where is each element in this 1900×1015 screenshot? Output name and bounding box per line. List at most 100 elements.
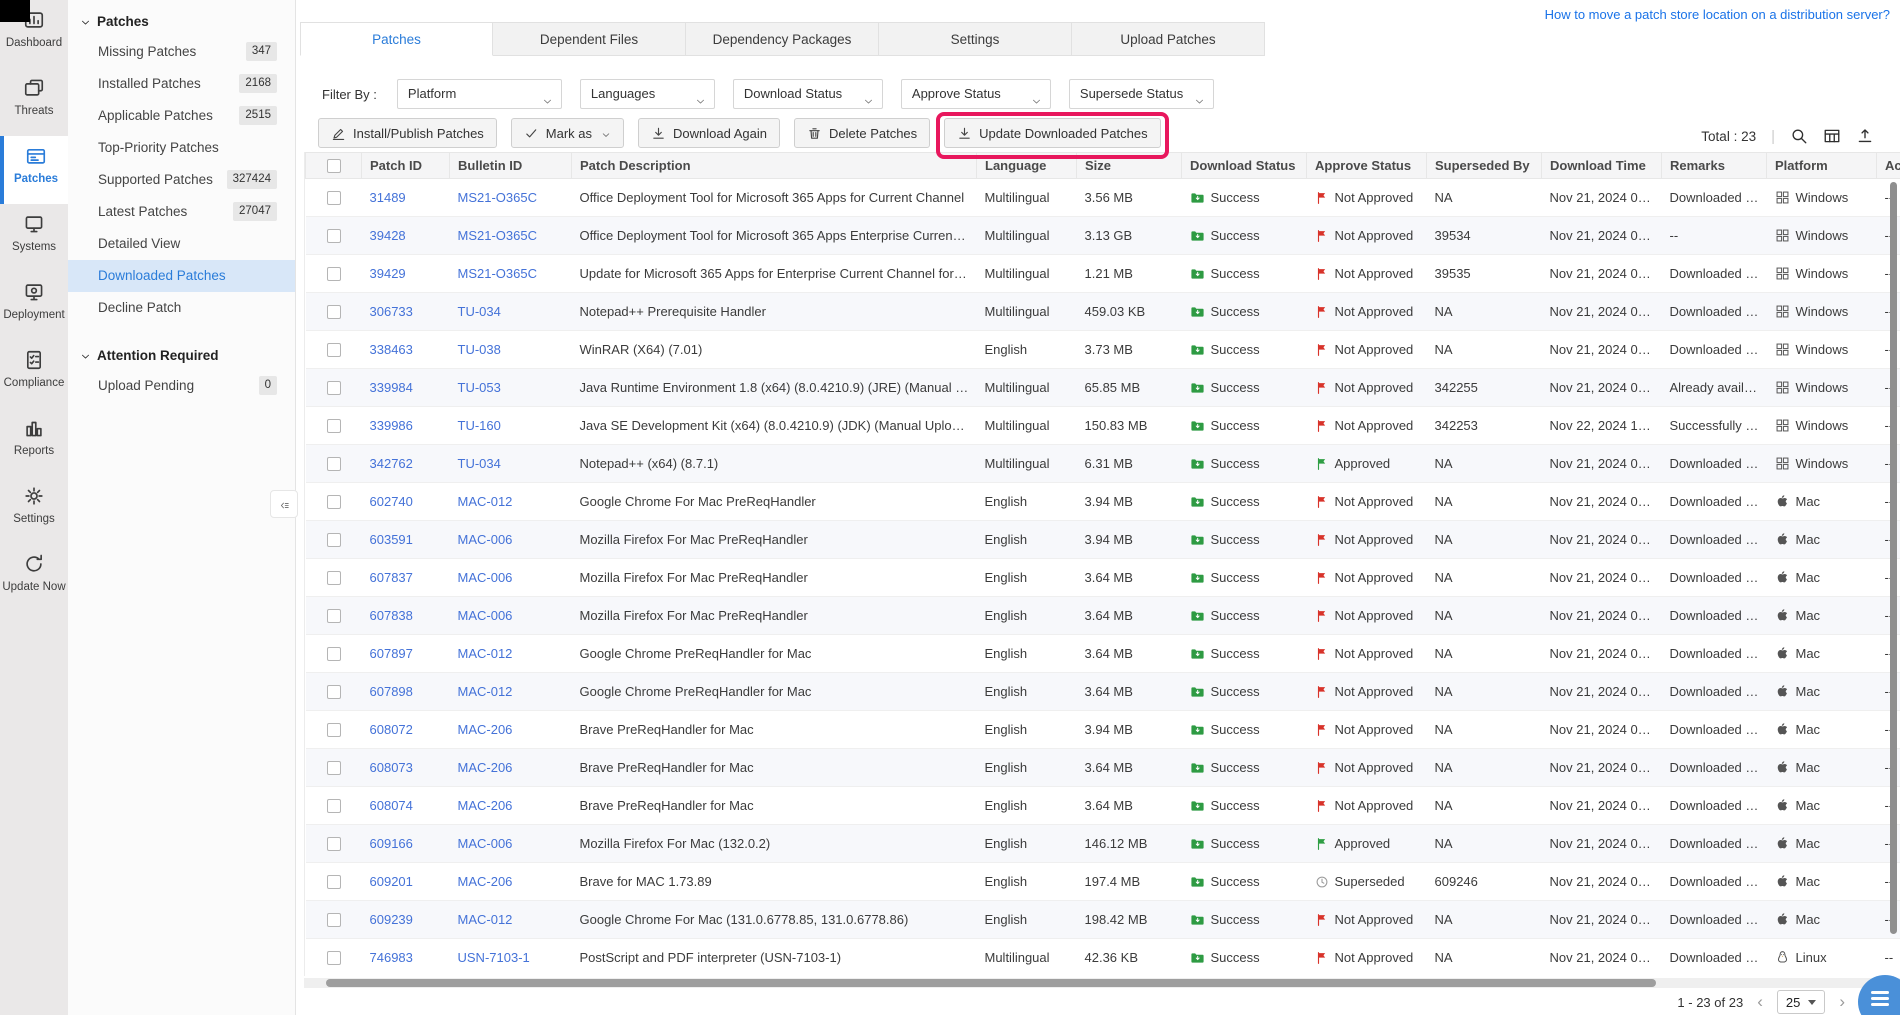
row-checkbox[interactable] xyxy=(327,761,341,775)
cell-patch-id[interactable]: 746983 xyxy=(362,939,450,977)
row-checkbox[interactable] xyxy=(327,647,341,661)
row-checkbox[interactable] xyxy=(327,495,341,509)
column-header-download-time[interactable]: Download Time xyxy=(1542,153,1662,179)
cell-patch-id[interactable]: 608074 xyxy=(362,787,450,825)
cell-bulletin-id[interactable]: MAC-012 xyxy=(450,673,572,711)
cell-patch-id[interactable]: 607838 xyxy=(362,597,450,635)
cell-bulletin-id[interactable]: MAC-206 xyxy=(450,711,572,749)
rail-item-compliance[interactable]: Compliance xyxy=(0,340,68,408)
cell-bulletin-id[interactable]: MAC-012 xyxy=(450,901,572,939)
tab-upload-patches[interactable]: Upload Patches xyxy=(1072,22,1265,56)
sidebar-item-decline-patch[interactable]: Decline Patch xyxy=(68,292,295,324)
row-checkbox[interactable] xyxy=(327,571,341,585)
rail-item-threats[interactable]: Threats xyxy=(0,68,68,136)
row-checkbox[interactable] xyxy=(327,457,341,471)
cell-patch-id[interactable]: 609239 xyxy=(362,901,450,939)
row-checkbox[interactable] xyxy=(327,799,341,813)
tab-dependent-files[interactable]: Dependent Files xyxy=(493,22,686,56)
sidebar-item-detailed-view[interactable]: Detailed View xyxy=(68,228,295,260)
cell-bulletin-id[interactable]: MAC-006 xyxy=(450,597,572,635)
column-header-size[interactable]: Size xyxy=(1077,153,1182,179)
rail-item-update-now[interactable]: Update Now xyxy=(0,544,68,612)
column-header-language[interactable]: Language xyxy=(977,153,1077,179)
filter-dropdown-approve-status[interactable]: Approve Status xyxy=(901,79,1051,109)
column-header-ac[interactable]: Ac xyxy=(1877,153,1900,179)
row-checkbox[interactable] xyxy=(327,723,341,737)
row-checkbox[interactable] xyxy=(327,533,341,547)
sidebar-item-supported-patches[interactable]: Supported Patches327424 xyxy=(68,164,295,196)
cell-bulletin-id[interactable]: MAC-206 xyxy=(450,863,572,901)
cell-patch-id[interactable]: 603591 xyxy=(362,521,450,559)
column-header-patch-description[interactable]: Patch Description xyxy=(572,153,977,179)
cell-patch-id[interactable]: 607898 xyxy=(362,673,450,711)
column-header-platform[interactable]: Platform xyxy=(1767,153,1877,179)
cell-bulletin-id[interactable]: MAC-206 xyxy=(450,787,572,825)
column-header-download-status[interactable]: Download Status xyxy=(1182,153,1307,179)
row-checkbox[interactable] xyxy=(327,837,341,851)
rail-item-reports[interactable]: Reports xyxy=(0,408,68,476)
rail-item-systems[interactable]: Systems xyxy=(0,204,68,272)
cell-bulletin-id[interactable]: MAC-206 xyxy=(450,749,572,787)
install-publish-patches-button[interactable]: Install/Publish Patches xyxy=(318,118,497,148)
column-header-superseded-by[interactable]: Superseded By xyxy=(1427,153,1542,179)
next-page-icon[interactable]: › xyxy=(1839,992,1845,1012)
filter-dropdown-platform[interactable]: Platform xyxy=(397,79,562,109)
filter-dropdown-download-status[interactable]: Download Status xyxy=(733,79,883,109)
delete-patches-button[interactable]: Delete Patches xyxy=(794,118,930,148)
cell-patch-id[interactable]: 607837 xyxy=(362,559,450,597)
row-checkbox[interactable] xyxy=(327,305,341,319)
mark-as-button[interactable]: Mark as xyxy=(511,118,624,148)
update-downloaded-patches-button[interactable]: Update Downloaded Patches xyxy=(944,118,1160,148)
column-chooser-icon[interactable] xyxy=(1823,127,1841,145)
tab-patches[interactable]: Patches xyxy=(300,22,493,56)
cell-bulletin-id[interactable]: TU-038 xyxy=(450,331,572,369)
cell-patch-id[interactable]: 602740 xyxy=(362,483,450,521)
row-checkbox[interactable] xyxy=(327,951,341,965)
sidebar-item-latest-patches[interactable]: Latest Patches27047 xyxy=(68,196,295,228)
row-checkbox[interactable] xyxy=(327,685,341,699)
cell-bulletin-id[interactable]: TU-053 xyxy=(450,369,572,407)
cell-bulletin-id[interactable]: TU-034 xyxy=(450,445,572,483)
vertical-scrollbar[interactable] xyxy=(1890,182,1897,934)
cell-patch-id[interactable]: 607897 xyxy=(362,635,450,673)
row-checkbox[interactable] xyxy=(327,229,341,243)
sidebar-item-missing-patches[interactable]: Missing Patches347 xyxy=(68,36,295,68)
column-header-patch-id[interactable]: Patch ID xyxy=(362,153,450,179)
tab-settings[interactable]: Settings xyxy=(879,22,1072,56)
help-link[interactable]: How to move a patch store location on a … xyxy=(1545,7,1890,22)
search-icon[interactable] xyxy=(1790,127,1808,145)
cell-patch-id[interactable]: 338463 xyxy=(362,331,450,369)
cell-patch-id[interactable]: 339984 xyxy=(362,369,450,407)
cell-bulletin-id[interactable]: MS21-O365C xyxy=(450,255,572,293)
sidebar-item-upload-pending[interactable]: Upload Pending0 xyxy=(68,370,295,402)
row-checkbox[interactable] xyxy=(327,875,341,889)
column-header-remarks[interactable]: Remarks xyxy=(1662,153,1767,179)
cell-patch-id[interactable]: 339986 xyxy=(362,407,450,445)
cell-patch-id[interactable]: 609201 xyxy=(362,863,450,901)
horizontal-scrollbar[interactable] xyxy=(326,979,1656,987)
cell-bulletin-id[interactable]: MAC-012 xyxy=(450,635,572,673)
row-checkbox[interactable] xyxy=(327,609,341,623)
cell-bulletin-id[interactable]: MAC-012 xyxy=(450,483,572,521)
cell-bulletin-id[interactable]: MAC-006 xyxy=(450,825,572,863)
sidebar-item-top-priority-patches[interactable]: Top-Priority Patches xyxy=(68,132,295,164)
row-checkbox[interactable] xyxy=(327,419,341,433)
cell-patch-id[interactable]: 39428 xyxy=(362,217,450,255)
cell-bulletin-id[interactable]: TU-034 xyxy=(450,293,572,331)
column-header-bulletin-id[interactable]: Bulletin ID xyxy=(450,153,572,179)
row-checkbox[interactable] xyxy=(327,343,341,357)
tab-dependency-packages[interactable]: Dependency Packages xyxy=(686,22,879,56)
sidebar-item-downloaded-patches[interactable]: Downloaded Patches xyxy=(68,260,295,292)
cell-patch-id[interactable]: 31489 xyxy=(362,179,450,217)
rail-item-deployment[interactable]: Deployment xyxy=(0,272,68,340)
export-icon[interactable] xyxy=(1856,127,1874,145)
sidebar-collapse-button[interactable] xyxy=(270,490,298,518)
cell-patch-id[interactable]: 608072 xyxy=(362,711,450,749)
cell-patch-id[interactable]: 609166 xyxy=(362,825,450,863)
cell-bulletin-id[interactable]: USN-7103-1 xyxy=(450,939,572,977)
download-again-button[interactable]: Download Again xyxy=(638,118,780,148)
sidebar-section-patches[interactable]: Patches xyxy=(68,6,295,36)
cell-patch-id[interactable]: 608073 xyxy=(362,749,450,787)
select-all-checkbox[interactable] xyxy=(327,159,341,173)
filter-dropdown-supersede-status[interactable]: Supersede Status xyxy=(1069,79,1214,109)
